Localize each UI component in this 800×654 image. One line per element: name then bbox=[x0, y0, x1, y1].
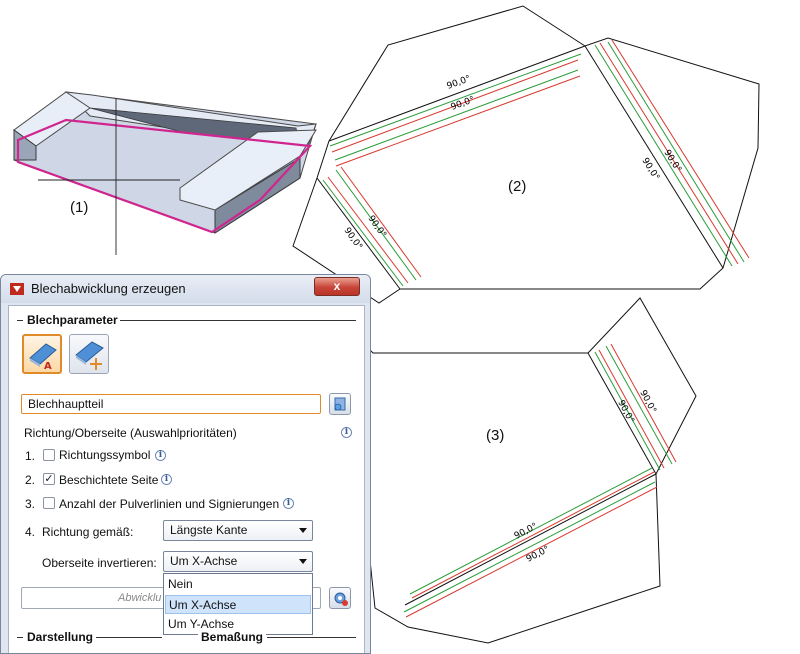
flat-pattern-2[interactable]: 90,0° 90,0° 90,0° 90,0° 90,0° 90,0° bbox=[292, 5, 760, 304]
chevron-down-icon bbox=[299, 559, 307, 564]
section-line bbox=[120, 320, 356, 321]
angle-label: 90,0° bbox=[637, 389, 657, 415]
option-label: Richtungssymbol bbox=[59, 448, 151, 462]
flat-pattern-3[interactable]: 90,0° 90,0° 90,0° 90,0° bbox=[369, 297, 697, 644]
sheet-part-3d[interactable] bbox=[13, 91, 317, 255]
dialog-titlebar[interactable]: Blechabwicklung erzeugen x bbox=[1, 275, 370, 303]
invert-label: Oberseite invertieren: bbox=[42, 556, 157, 570]
unfold-settings-button[interactable] bbox=[329, 587, 351, 609]
section-line bbox=[17, 637, 23, 638]
option-label: Beschichtete Seite bbox=[59, 473, 159, 487]
direction-label: Richtung gemäß: bbox=[42, 525, 134, 539]
direction-select-value: Längste Kante bbox=[170, 523, 248, 537]
invert-select[interactable]: Um X-Achse bbox=[163, 551, 313, 572]
part-label-3: (3) bbox=[486, 427, 505, 444]
dialog-title: Blechabwicklung erzeugen bbox=[31, 281, 186, 296]
angle-label: 90,0° bbox=[661, 148, 682, 174]
select-part-button[interactable] bbox=[329, 393, 351, 415]
direction-symbol-checkbox[interactable] bbox=[43, 449, 55, 461]
section-heading-blechparameter: Blechparameter bbox=[24, 313, 121, 327]
dropdown-option-selected[interactable]: Um X-Achse bbox=[165, 595, 311, 614]
info-icon[interactable]: i bbox=[161, 474, 172, 485]
info-icon[interactable]: i bbox=[283, 498, 294, 509]
option-label: Anzahl der Pulverlinien und Signierungen bbox=[59, 497, 280, 511]
option-number: 4. bbox=[25, 525, 36, 539]
part-label-2: (2) bbox=[508, 178, 527, 195]
info-icon[interactable]: i bbox=[341, 427, 352, 438]
invert-select-value: Um X-Achse bbox=[170, 554, 238, 568]
sheet-main-part-button[interactable]: A bbox=[22, 334, 62, 374]
svg-text:A: A bbox=[44, 361, 52, 372]
sheet-add-part-button[interactable] bbox=[69, 334, 109, 374]
powder-lines-checkbox[interactable] bbox=[43, 497, 55, 509]
chevron-down-icon bbox=[299, 528, 307, 533]
info-icon[interactable]: i bbox=[155, 450, 166, 461]
section-line bbox=[267, 637, 356, 638]
dropdown-option[interactable]: Nein bbox=[165, 575, 311, 594]
section-heading-bemassung: Bemaßung bbox=[198, 630, 267, 644]
invert-dropdown-list[interactable]: Nein Um X-Achse Um Y-Achse bbox=[163, 573, 313, 635]
section-line bbox=[17, 320, 23, 321]
section-heading-darstellung: Darstellung bbox=[24, 630, 97, 644]
sheet-add-part-icon bbox=[75, 341, 104, 370]
priorities-label: Richtung/Oberseite (Auswahlprioritäten) bbox=[24, 426, 237, 440]
coated-side-checkbox[interactable]: ✓ bbox=[43, 473, 55, 485]
option-number: 2. bbox=[25, 473, 36, 487]
close-button[interactable]: x bbox=[314, 277, 360, 296]
option-number: 1. bbox=[25, 449, 36, 463]
part-label-1: (1) bbox=[70, 199, 89, 216]
sheet-main-part-icon: A bbox=[29, 343, 57, 372]
main-part-field[interactable]: Blechhauptteil bbox=[21, 394, 321, 414]
app-icon bbox=[10, 283, 24, 295]
section-line bbox=[96, 637, 162, 638]
option-number: 3. bbox=[25, 497, 36, 511]
direction-select[interactable]: Längste Kante bbox=[163, 520, 313, 541]
settings-gear-icon bbox=[334, 592, 348, 606]
select-part-icon bbox=[334, 397, 346, 411]
angle-label: 90,0° bbox=[450, 95, 476, 113]
angle-label: 90,0° bbox=[639, 156, 660, 182]
